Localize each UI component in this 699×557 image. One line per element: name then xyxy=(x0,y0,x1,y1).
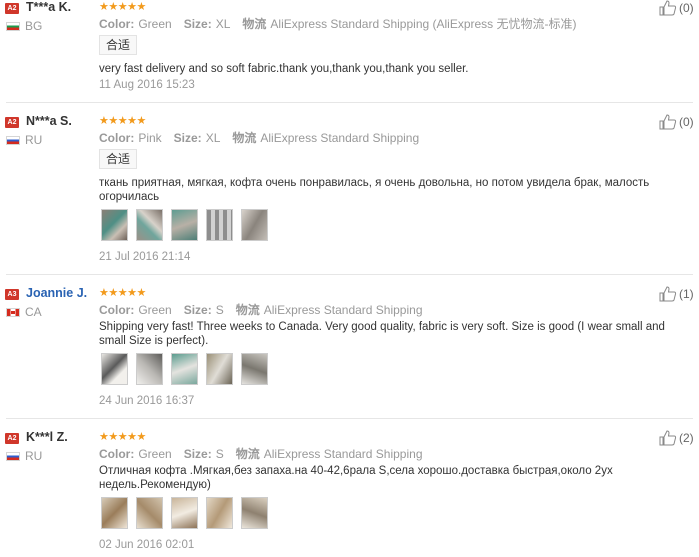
review-photo-thumbnail[interactable] xyxy=(241,353,268,385)
country-code: BG xyxy=(25,19,43,33)
shipping-value: AliExpress Standard Shipping xyxy=(263,303,423,317)
review-photo-thumbnail[interactable] xyxy=(206,497,233,529)
helpful-count: (0) xyxy=(679,115,694,129)
review-photo-thumbnail[interactable] xyxy=(101,497,128,529)
review-photo-thumbnail[interactable] xyxy=(171,497,198,529)
review-photo-thumbnail[interactable] xyxy=(171,209,198,241)
size-value: S xyxy=(215,447,224,461)
rating-stars: ★★★★★ xyxy=(99,431,146,443)
review-text: Shipping very fast! Three weeks to Canad… xyxy=(99,321,665,347)
thumbs-up-icon xyxy=(659,286,677,302)
color-value: Green xyxy=(138,447,172,461)
review-text: ткань приятная, мягкая, кофта очень понр… xyxy=(99,177,650,203)
review-photo-thumbnail[interactable] xyxy=(206,353,233,385)
review-photo-thumbnail[interactable] xyxy=(101,353,128,385)
review-photo-thumbnail[interactable] xyxy=(241,497,268,529)
size-value: S xyxy=(215,303,224,317)
color-value: Green xyxy=(138,17,172,31)
size-value: XL xyxy=(215,17,231,31)
review-divider xyxy=(6,102,693,103)
rating-stars: ★★★★★ xyxy=(99,1,146,13)
review-divider xyxy=(6,274,693,275)
size-label: Size: xyxy=(183,303,212,317)
color-label: Color: xyxy=(99,17,135,31)
rating-stars: ★★★★★ xyxy=(99,115,146,127)
shipping-label: 物流 xyxy=(235,303,260,317)
order-attributes: Color: Green Size: XL 物流 AliExpress Standard … xyxy=(99,15,577,32)
reviewer-name: T***a K. xyxy=(26,0,72,14)
shipping-value: AliExpress Standard Shipping (AliExpress… xyxy=(270,17,577,31)
color-label: Color: xyxy=(99,447,135,461)
helpful-count: (0) xyxy=(679,1,694,15)
review-date: 02 Jun 2016 02:01 xyxy=(99,539,195,551)
review-photo-thumbnail[interactable] xyxy=(206,209,233,241)
review-photo-thumbnail[interactable] xyxy=(101,209,128,241)
reviewer-name-link[interactable]: Joannie J. xyxy=(26,286,87,300)
review-photo-thumbnail[interactable] xyxy=(136,497,163,529)
fit-tag: 合适 xyxy=(99,149,138,169)
order-attributes: Color: Green Size: S 物流 AliExpress Standard S… xyxy=(99,301,423,318)
order-attributes: Color: Green Size: S 物流 AliExpress Standard S… xyxy=(99,445,423,462)
reviewer-name: K***l Z. xyxy=(26,430,68,444)
canada-flag-icon xyxy=(6,308,20,317)
reviewer-name: N***a S. xyxy=(26,114,72,128)
color-label: Color: xyxy=(99,303,135,317)
helpful-count: (1) xyxy=(679,287,694,301)
color-value: Pink xyxy=(138,131,162,145)
shipping-value: AliExpress Standard Shipping xyxy=(260,131,420,145)
size-label: Size: xyxy=(183,447,212,461)
country-code: RU xyxy=(25,133,43,147)
thumbs-up-icon xyxy=(659,114,677,130)
shipping-label: 物流 xyxy=(235,447,260,461)
buyer-level-badge: A2 xyxy=(5,3,19,14)
thumbs-up-icon xyxy=(659,430,677,446)
buyer-level-badge: A3 xyxy=(5,289,19,300)
buyer-level-badge: A2 xyxy=(5,117,19,128)
buyer-level-badge: A2 xyxy=(5,433,19,444)
shipping-label: 物流 xyxy=(232,131,257,145)
size-label: Size: xyxy=(173,131,202,145)
review-photo-thumbnail[interactable] xyxy=(241,209,268,241)
helpful-count: (2) xyxy=(679,431,694,445)
color-value: Green xyxy=(138,303,172,317)
rating-stars: ★★★★★ xyxy=(99,287,146,299)
russia-flag-icon xyxy=(6,452,20,461)
review-date: 11 Aug 2016 15:23 xyxy=(99,79,195,91)
review-photo-thumbnail[interactable] xyxy=(136,353,163,385)
review-text: Отличная кофта .Мягкая,без запаха.на 40-… xyxy=(99,465,613,491)
country-code: CA xyxy=(25,305,42,319)
fit-tag: 合适 xyxy=(99,35,138,55)
review-photo-thumbnail[interactable] xyxy=(136,209,163,241)
review-date: 24 Jun 2016 16:37 xyxy=(99,395,195,407)
shipping-label: 物流 xyxy=(242,17,267,31)
shipping-value: AliExpress Standard Shipping xyxy=(263,447,423,461)
thumbs-up-icon xyxy=(659,0,677,16)
bulgaria-flag-icon xyxy=(6,22,20,31)
russia-flag-icon xyxy=(6,136,20,145)
size-label: Size: xyxy=(183,17,212,31)
review-text: very fast delivery and so soft fabric.th… xyxy=(99,63,469,75)
review-divider xyxy=(6,418,693,419)
color-label: Color: xyxy=(99,131,135,145)
review-photo-thumbnail[interactable] xyxy=(171,353,198,385)
size-value: XL xyxy=(205,131,221,145)
order-attributes: Color: Pink Size: XL 物流 AliExpress Standard S… xyxy=(99,129,419,146)
review-date: 21 Jul 2016 21:14 xyxy=(99,251,191,263)
country-code: RU xyxy=(25,449,43,463)
